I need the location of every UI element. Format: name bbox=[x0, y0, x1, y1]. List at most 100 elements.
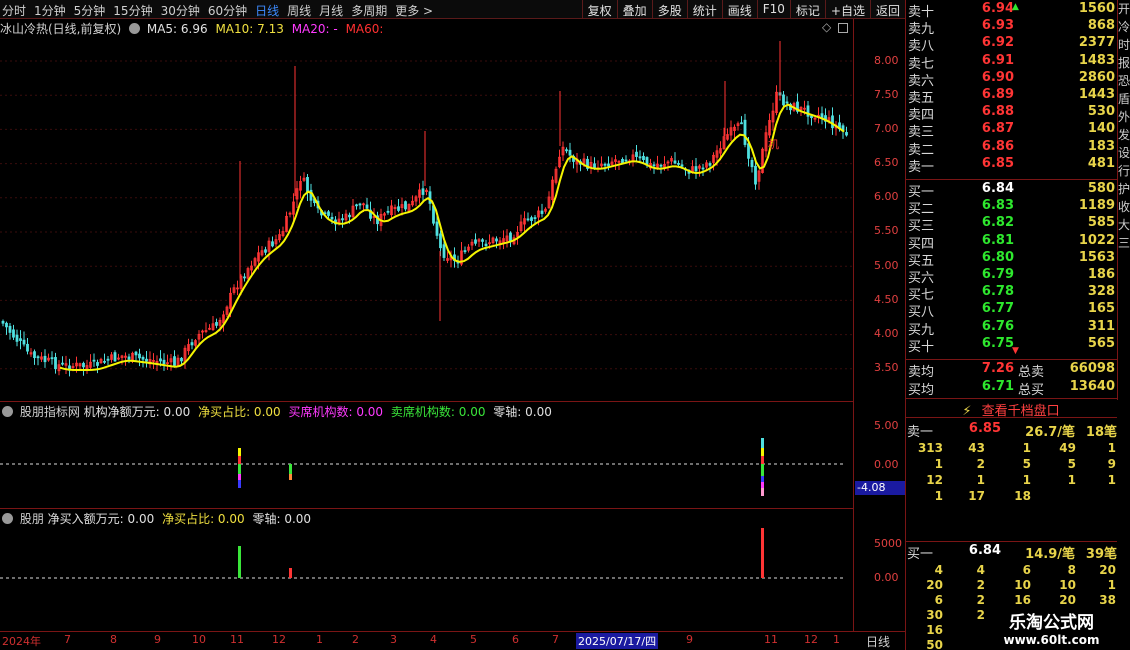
ask-price: 6.91 bbox=[981, 52, 1014, 68]
candlestick bbox=[68, 358, 71, 377]
ask-row[interactable]: 卖三 6.87 140 bbox=[906, 121, 1121, 140]
sell-queue-cell: 49 bbox=[1059, 441, 1076, 455]
ma5-label: MA5: 6.96 bbox=[146, 22, 208, 36]
side-strip-char[interactable]: 恐 bbox=[1118, 72, 1130, 90]
candlestick bbox=[124, 352, 127, 366]
tab-more[interactable]: 更多 > bbox=[395, 2, 433, 19]
bid-volume: 328 bbox=[1087, 284, 1115, 300]
side-strip-char[interactable]: 三 bbox=[1118, 234, 1130, 252]
candlestick bbox=[782, 91, 785, 107]
bid-row[interactable]: 买七 6.78 328 bbox=[906, 284, 1121, 303]
ask-row[interactable]: 卖一 6.85 481 bbox=[906, 156, 1121, 175]
tab-5min[interactable]: 5分钟 bbox=[74, 2, 106, 19]
tab-weekly[interactable]: 周线 bbox=[287, 2, 311, 19]
candlestick bbox=[47, 353, 50, 362]
overlay-button[interactable]: 叠加 bbox=[616, 0, 652, 19]
ask-price: 6.88 bbox=[981, 104, 1014, 120]
bid-row[interactable]: 买八 6.77 165 bbox=[906, 301, 1121, 320]
tab-multi-period[interactable]: 多周期 bbox=[351, 2, 387, 19]
chart-title[interactable]: 冰山冷热(日线,前复权) bbox=[0, 22, 121, 36]
tab-60min[interactable]: 60分钟 bbox=[208, 2, 247, 19]
candlestick bbox=[351, 199, 355, 219]
multi-stock-button[interactable]: 多股 bbox=[651, 0, 687, 19]
side-strip-char[interactable]: 行 bbox=[1118, 162, 1130, 180]
candlestick bbox=[565, 147, 568, 154]
bid-row[interactable]: 买二 6.83 1189 bbox=[906, 198, 1121, 217]
period-label[interactable]: 日线 bbox=[866, 633, 890, 650]
candlestick bbox=[376, 211, 379, 232]
candlestick bbox=[285, 211, 288, 233]
settings-circle-icon[interactable] bbox=[129, 23, 141, 34]
add-favorite-button[interactable]: +自选 bbox=[824, 0, 870, 19]
side-strip-char[interactable]: 盾 bbox=[1118, 90, 1130, 108]
candlestick bbox=[757, 169, 761, 190]
buy-queue-cell: 4 bbox=[976, 563, 985, 577]
candlestick bbox=[467, 244, 470, 253]
back-button[interactable]: 返回 bbox=[869, 0, 905, 19]
candlestick bbox=[89, 354, 92, 371]
candlestick bbox=[204, 322, 208, 334]
bid-row[interactable]: 买三 6.82 585 bbox=[906, 215, 1121, 235]
candlestick bbox=[288, 211, 292, 218]
ask-row[interactable]: 卖七 6.91 1483 bbox=[906, 52, 1121, 72]
side-strip-char[interactable]: 大 bbox=[1118, 216, 1130, 234]
side-strip-char[interactable]: 设 bbox=[1118, 144, 1130, 162]
bid-row[interactable]: 买五 6.80 1563 bbox=[906, 250, 1121, 269]
fuquan-button[interactable]: 复权 bbox=[581, 0, 617, 19]
bid-row[interactable]: 买一 6.84 580 bbox=[906, 181, 1121, 200]
side-strip-char[interactable]: 发 bbox=[1118, 126, 1130, 144]
indicator2-name[interactable]: 股朋 bbox=[20, 512, 44, 526]
candlestick bbox=[558, 149, 561, 169]
date-tick: 9 bbox=[686, 633, 693, 646]
view-1000-level-button[interactable]: ⚡ 查看千档盘口 bbox=[905, 398, 1117, 419]
expand-icon[interactable] bbox=[838, 23, 848, 33]
candlestick bbox=[344, 209, 348, 223]
bid-label: 买三 bbox=[908, 219, 935, 235]
sell-queue-cell: 18 bbox=[1014, 489, 1031, 503]
bid-row[interactable]: 买四 6.81 1022 bbox=[906, 233, 1121, 252]
side-strip-char[interactable]: 冷 bbox=[1118, 18, 1130, 36]
ask-row[interactable]: 卖六 6.90 2860 bbox=[906, 70, 1121, 89]
candlestick bbox=[421, 180, 425, 201]
bid-row[interactable]: 买九 6.76 311 bbox=[906, 319, 1121, 338]
ind1-tick: 0.00 bbox=[874, 458, 899, 471]
tab-monthly[interactable]: 月线 bbox=[319, 2, 343, 19]
side-strip-char[interactable]: 报 bbox=[1118, 54, 1130, 72]
ask-row[interactable]: 卖八 6.92 2377 bbox=[906, 35, 1121, 54]
candlestick bbox=[554, 166, 558, 185]
ask-row[interactable]: 卖九 6.93 868 bbox=[906, 18, 1121, 37]
tab-15min[interactable]: 15分钟 bbox=[113, 2, 152, 19]
side-strip-char[interactable]: 护 bbox=[1118, 180, 1130, 198]
ask-row[interactable]: 卖四 6.88 530 bbox=[906, 104, 1121, 123]
stats-button[interactable]: 统计 bbox=[686, 0, 722, 19]
candlestick bbox=[635, 145, 638, 162]
collapse-icon[interactable] bbox=[2, 406, 13, 417]
side-strip-char[interactable]: 时 bbox=[1118, 36, 1130, 54]
collapse-icon[interactable] bbox=[2, 513, 13, 524]
diamond-icon[interactable]: ◇ bbox=[822, 20, 831, 34]
tab-fenshi[interactable]: 分时 bbox=[2, 2, 26, 19]
sell-queue-cell: 1 bbox=[1067, 473, 1076, 487]
candlestick bbox=[92, 353, 96, 367]
buy1_detail-per-order: 14.9/笔 bbox=[1025, 547, 1075, 562]
bid-price: 6.83 bbox=[981, 198, 1014, 214]
bid-price: 6.82 bbox=[981, 215, 1014, 231]
sell1_detail-order-count: 18笔 bbox=[1085, 425, 1117, 440]
tab-daily[interactable]: 日线 bbox=[255, 2, 279, 19]
candlestick bbox=[491, 236, 495, 245]
bid-row[interactable]: 买六 6.79 186 bbox=[906, 267, 1121, 286]
side-strip-char[interactable]: 开 bbox=[1118, 0, 1130, 18]
mark-button[interactable]: 标记 bbox=[789, 0, 825, 19]
qiandang-label: 查看千档盘口 bbox=[981, 404, 1060, 419]
f10-button[interactable]: F10 bbox=[756, 0, 790, 19]
tab-1min[interactable]: 1分钟 bbox=[34, 2, 66, 19]
avg-buy-price: 6.71 bbox=[981, 379, 1014, 394]
candlestick bbox=[236, 280, 239, 296]
side-strip-char[interactable]: 外 bbox=[1118, 108, 1130, 126]
ask-row[interactable]: 卖二 6.86 183 bbox=[906, 139, 1121, 158]
side-strip-char[interactable]: 收 bbox=[1118, 198, 1130, 216]
indicator1-name[interactable]: 股朋指标网 bbox=[20, 405, 80, 419]
ask-row[interactable]: 卖五 6.89 1443 bbox=[906, 87, 1121, 106]
draw-line-button[interactable]: 画线 bbox=[721, 0, 757, 19]
tab-30min[interactable]: 30分钟 bbox=[161, 2, 200, 19]
